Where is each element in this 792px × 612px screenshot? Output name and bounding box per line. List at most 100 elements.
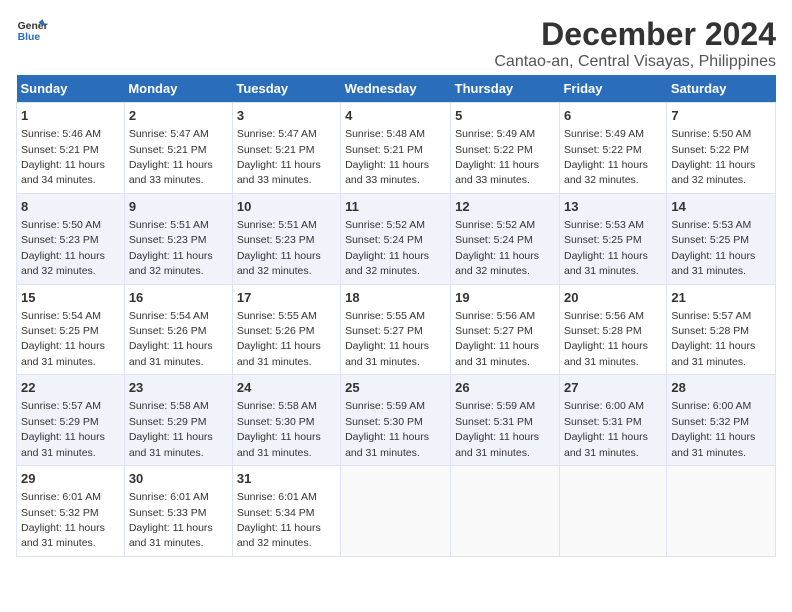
day-number: 18 [345, 289, 446, 307]
daylight-text: Daylight: 11 hours and 32 minutes. [237, 522, 321, 549]
sunrise-text: Sunrise: 5:55 AM [237, 310, 317, 322]
daylight-text: Daylight: 11 hours and 31 minutes. [564, 431, 648, 458]
daylight-text: Daylight: 11 hours and 31 minutes. [345, 431, 429, 458]
calendar-cell: 31 Sunrise: 6:01 AM Sunset: 5:34 PM Dayligh… [232, 466, 340, 557]
day-number: 3 [237, 107, 336, 125]
sunrise-text: Sunrise: 6:00 AM [564, 400, 644, 412]
daylight-text: Daylight: 11 hours and 31 minutes. [129, 522, 213, 549]
day-number: 14 [671, 198, 771, 216]
calendar-week-row: 29Sunrise: 6:01 AMSunset: 5:32 PMDayligh… [17, 466, 776, 557]
sunset-text: Sunset: 5:22 PM [564, 144, 642, 156]
day-number: 26 [455, 379, 555, 397]
sunset-text: Sunset: 5:27 PM [455, 325, 533, 337]
sunset-text: Sunset: 5:31 PM [455, 416, 533, 428]
calendar-cell: 16Sunrise: 5:54 AMSunset: 5:26 PMDayligh… [124, 284, 232, 375]
daylight-text: Daylight: 11 hours and 31 minutes. [21, 522, 105, 549]
calendar-table: SundayMondayTuesdayWednesdayThursdayFrid… [16, 75, 776, 557]
sunrise-text: Sunrise: 5:51 AM [237, 219, 317, 231]
sunset-text: Sunset: 5:26 PM [129, 325, 207, 337]
sunrise-text: Sunrise: 5:57 AM [671, 310, 751, 322]
subtitle: Cantao-an, Central Visayas, Philippines [494, 53, 776, 71]
daylight-text: Daylight: 11 hours and 31 minutes. [671, 340, 755, 367]
sunrise-text: Sunrise: 6:01 AM [237, 491, 317, 503]
sunset-text: Sunset: 5:28 PM [564, 325, 642, 337]
logo: General Blue [16, 16, 48, 48]
header-monday: Monday [124, 75, 232, 103]
day-number: 31 [237, 470, 336, 488]
day-number: 13 [564, 198, 662, 216]
calendar-cell: 23Sunrise: 5:58 AMSunset: 5:29 PMDayligh… [124, 375, 232, 466]
calendar-cell: 20Sunrise: 5:56 AMSunset: 5:28 PMDayligh… [559, 284, 666, 375]
header-thursday: Thursday [451, 75, 560, 103]
daylight-text: Daylight: 11 hours and 31 minutes. [345, 340, 429, 367]
calendar-header-row: SundayMondayTuesdayWednesdayThursdayFrid… [17, 75, 776, 103]
calendar-cell: 21Sunrise: 5:57 AMSunset: 5:28 PMDayligh… [667, 284, 776, 375]
calendar-cell: 8Sunrise: 5:50 AMSunset: 5:23 PMDaylight… [17, 193, 125, 284]
daylight-text: Daylight: 11 hours and 31 minutes. [21, 340, 105, 367]
sunrise-text: Sunrise: 5:51 AM [129, 219, 209, 231]
daylight-text: Daylight: 11 hours and 32 minutes. [129, 250, 213, 277]
day-number: 25 [345, 379, 446, 397]
calendar-cell: 15Sunrise: 5:54 AMSunset: 5:25 PMDayligh… [17, 284, 125, 375]
calendar-cell: 1Sunrise: 5:46 AMSunset: 5:21 PMDaylight… [17, 103, 125, 194]
sunset-text: Sunset: 5:29 PM [129, 416, 207, 428]
sunset-text: Sunset: 5:21 PM [21, 144, 99, 156]
sunrise-text: Sunrise: 5:50 AM [671, 128, 751, 140]
sunrise-text: Sunrise: 5:56 AM [455, 310, 535, 322]
calendar-cell: 29Sunrise: 6:01 AMSunset: 5:32 PMDayligh… [17, 466, 125, 557]
header-wednesday: Wednesday [341, 75, 451, 103]
daylight-text: Daylight: 11 hours and 31 minutes. [671, 431, 755, 458]
daylight-text: Daylight: 11 hours and 31 minutes. [671, 250, 755, 277]
daylight-text: Daylight: 11 hours and 31 minutes. [237, 340, 321, 367]
daylight-text: Daylight: 11 hours and 33 minutes. [129, 159, 213, 186]
day-number: 19 [455, 289, 555, 307]
calendar-cell: 10Sunrise: 5:51 AMSunset: 5:23 PMDayligh… [232, 193, 340, 284]
sunrise-text: Sunrise: 5:50 AM [21, 219, 101, 231]
day-number: 9 [129, 198, 228, 216]
sunset-text: Sunset: 5:29 PM [21, 416, 99, 428]
calendar-cell: 27Sunrise: 6:00 AMSunset: 5:31 PMDayligh… [559, 375, 666, 466]
daylight-text: Daylight: 11 hours and 31 minutes. [455, 431, 539, 458]
calendar-cell: 18Sunrise: 5:55 AMSunset: 5:27 PMDayligh… [341, 284, 451, 375]
sunset-text: Sunset: 5:26 PM [237, 325, 315, 337]
calendar-cell: 5Sunrise: 5:49 AMSunset: 5:22 PMDaylight… [451, 103, 560, 194]
day-number: 4 [345, 107, 446, 125]
day-number: 5 [455, 107, 555, 125]
header-sunday: Sunday [17, 75, 125, 103]
sunset-text: Sunset: 5:23 PM [21, 234, 99, 246]
title-block: December 2024 Cantao-an, Central Visayas… [494, 16, 776, 71]
sunrise-text: Sunrise: 5:54 AM [21, 310, 101, 322]
calendar-cell: 13Sunrise: 5:53 AMSunset: 5:25 PMDayligh… [559, 193, 666, 284]
daylight-text: Daylight: 11 hours and 32 minutes. [237, 250, 321, 277]
calendar-cell: 30Sunrise: 6:01 AMSunset: 5:33 PMDayligh… [124, 466, 232, 557]
sunrise-text: Sunrise: 5:47 AM [237, 128, 317, 140]
day-number: 24 [237, 379, 336, 397]
calendar-cell: 12Sunrise: 5:52 AMSunset: 5:24 PMDayligh… [451, 193, 560, 284]
calendar-cell: 11Sunrise: 5:52 AMSunset: 5:24 PMDayligh… [341, 193, 451, 284]
day-number: 29 [21, 470, 120, 488]
sunrise-text: Sunrise: 5:52 AM [455, 219, 535, 231]
calendar-cell: 24Sunrise: 5:58 AMSunset: 5:30 PMDayligh… [232, 375, 340, 466]
sunset-text: Sunset: 5:33 PM [129, 507, 207, 519]
sunrise-text: Sunrise: 5:58 AM [129, 400, 209, 412]
calendar-week-row: 15Sunrise: 5:54 AMSunset: 5:25 PMDayligh… [17, 284, 776, 375]
calendar-week-row: 22Sunrise: 5:57 AMSunset: 5:29 PMDayligh… [17, 375, 776, 466]
sunset-text: Sunset: 5:34 PM [237, 507, 315, 519]
calendar-cell: 22Sunrise: 5:57 AMSunset: 5:29 PMDayligh… [17, 375, 125, 466]
calendar-cell: 9Sunrise: 5:51 AMSunset: 5:23 PMDaylight… [124, 193, 232, 284]
calendar-cell: 2Sunrise: 5:47 AMSunset: 5:21 PMDaylight… [124, 103, 232, 194]
daylight-text: Daylight: 11 hours and 31 minutes. [237, 431, 321, 458]
header-tuesday: Tuesday [232, 75, 340, 103]
sunset-text: Sunset: 5:21 PM [237, 144, 315, 156]
sunrise-text: Sunrise: 5:47 AM [129, 128, 209, 140]
sunset-text: Sunset: 5:30 PM [345, 416, 423, 428]
day-number: 23 [129, 379, 228, 397]
sunset-text: Sunset: 5:23 PM [237, 234, 315, 246]
sunrise-text: Sunrise: 5:46 AM [21, 128, 101, 140]
daylight-text: Daylight: 11 hours and 32 minutes. [345, 250, 429, 277]
sunset-text: Sunset: 5:28 PM [671, 325, 749, 337]
day-number: 22 [21, 379, 120, 397]
calendar-cell: 4Sunrise: 5:48 AMSunset: 5:21 PMDaylight… [341, 103, 451, 194]
daylight-text: Daylight: 11 hours and 31 minutes. [21, 431, 105, 458]
daylight-text: Daylight: 11 hours and 32 minutes. [21, 250, 105, 277]
